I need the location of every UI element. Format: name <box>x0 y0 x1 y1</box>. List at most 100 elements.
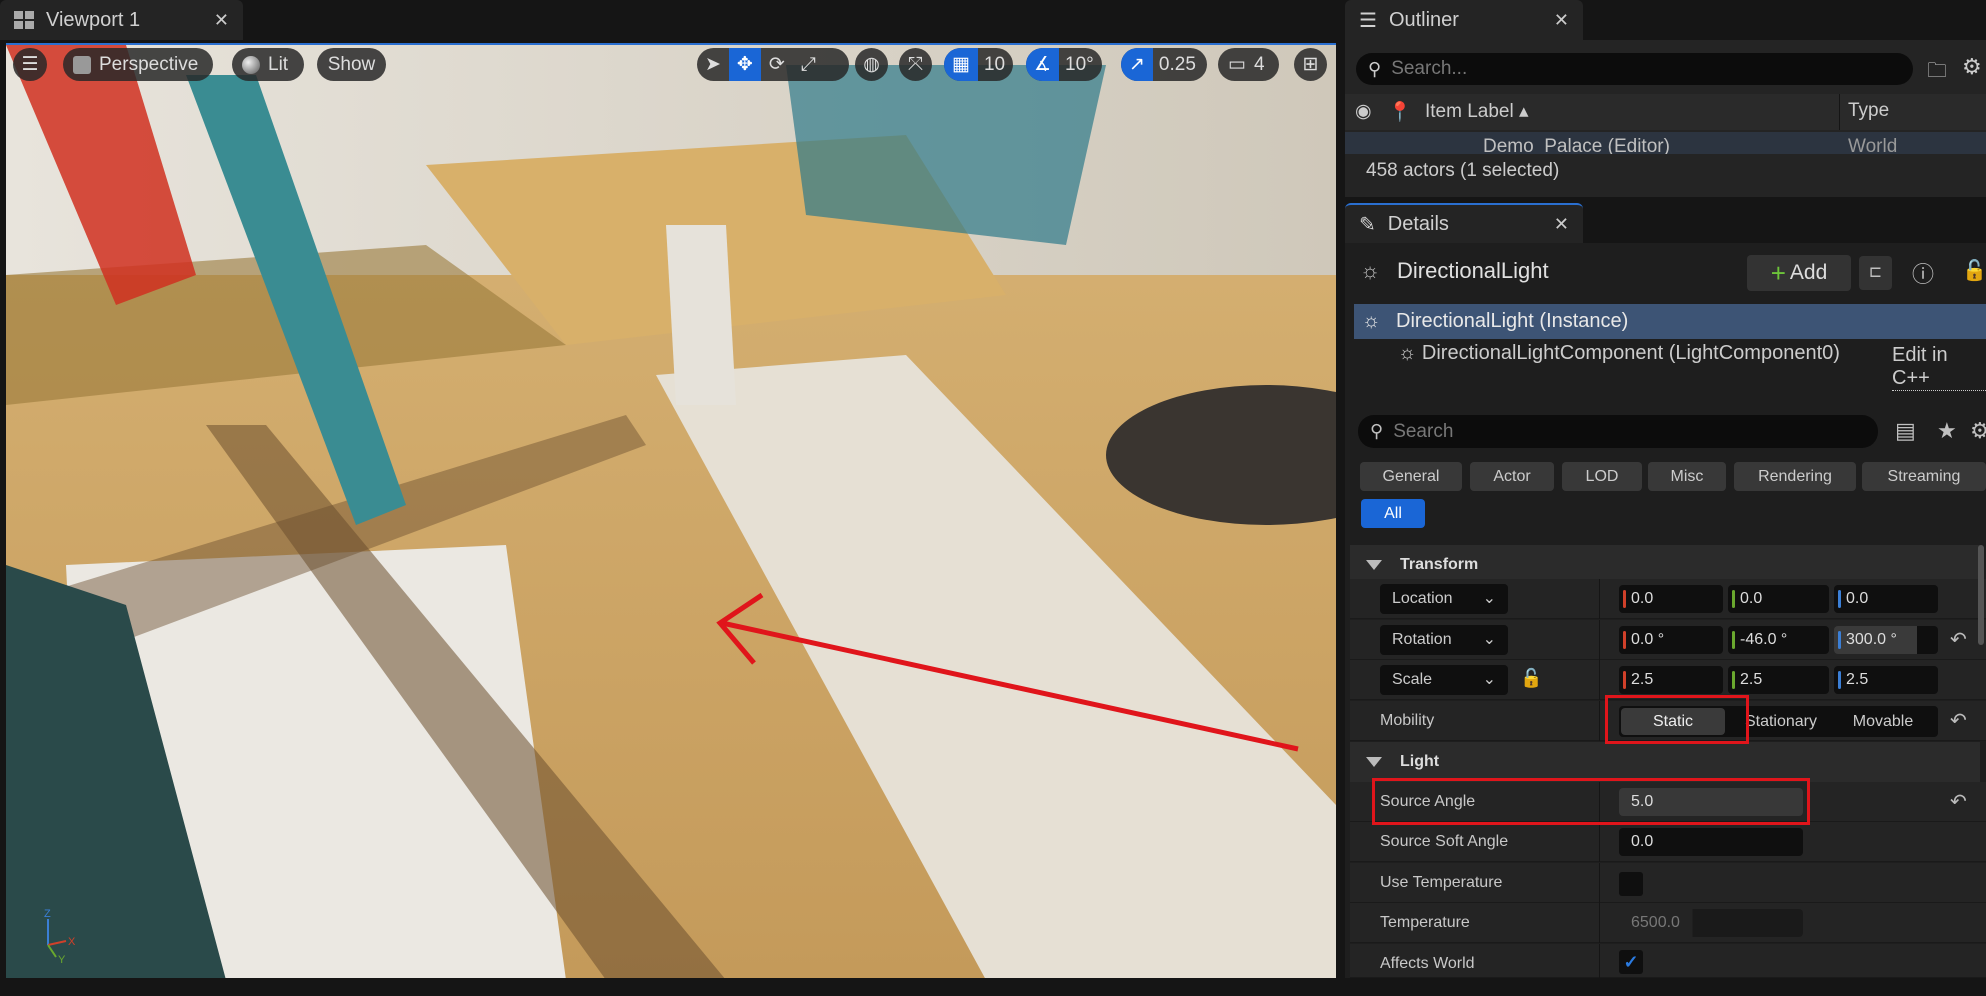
reset-arrow-icon[interactable]: ↶ <box>1950 701 1967 741</box>
scale-x-field[interactable]: 2.5 <box>1619 666 1723 694</box>
details-search-input[interactable]: ⚲ Search <box>1358 415 1878 448</box>
search-placeholder: Search... <box>1391 58 1468 79</box>
add-component-button[interactable]: + Add <box>1747 255 1851 291</box>
mobility-label: Mobility <box>1380 712 1435 729</box>
column-type[interactable]: Type <box>1848 100 1889 122</box>
grid-snap-button[interactable]: ▦ 10 <box>944 48 1013 81</box>
lock-icon[interactable]: 🔓 <box>1962 258 1986 283</box>
reset-arrow-icon[interactable]: ↶ <box>1950 782 1967 822</box>
outliner-icon: ☰ <box>1359 9 1377 32</box>
rotate-tool-icon[interactable]: ⟳ <box>761 48 793 81</box>
location-x-field[interactable]: 0.0 <box>1619 585 1723 613</box>
close-icon[interactable]: ✕ <box>1554 10 1569 31</box>
chevron-down-icon: ⌄ <box>1482 590 1496 607</box>
grid-snap-value: 10 <box>983 53 1006 75</box>
component-label: DirectionalLightComponent (LightComponen… <box>1421 342 1840 364</box>
settings-icon[interactable]: ⚙ <box>1962 54 1982 80</box>
help-icon[interactable]: ⓘ <box>1912 257 1934 289</box>
outliner-search-input[interactable]: ⚲ Search... <box>1356 53 1913 85</box>
globe-icon: ◍ <box>863 54 880 75</box>
table-view-icon[interactable]: ▤ <box>1895 418 1916 444</box>
actor-name[interactable]: DirectionalLight <box>1397 258 1549 284</box>
outliner-row[interactable]: Demo_Palace (Editor) World <box>1345 132 1986 154</box>
temperature-field[interactable]: 6500.0 <box>1619 909 1803 937</box>
filter-misc[interactable]: Misc <box>1648 462 1726 491</box>
annotation-box-source-angle <box>1372 778 1810 825</box>
show-button[interactable]: Show <box>317 48 386 81</box>
layout-icon: ⊞ <box>1302 54 1319 75</box>
filter-all[interactable]: All <box>1361 499 1425 528</box>
surface-snap-button[interactable]: ⤧ <box>899 48 932 81</box>
source-soft-angle-field[interactable]: 0.0 <box>1619 828 1803 856</box>
tab-viewport[interactable]: Viewport 1 ✕ <box>0 0 243 40</box>
blueprint-button[interactable]: ⊏ <box>1859 256 1892 290</box>
scale-dropdown[interactable]: Scale ⌄ <box>1380 665 1508 695</box>
3d-viewport[interactable]: Z X Y <box>6 43 1336 978</box>
source-soft-angle-row: Source Soft Angle 0.0 <box>1350 822 1986 862</box>
scale-tool-icon[interactable]: ⤢ <box>793 48 824 81</box>
use-temperature-checkbox[interactable] <box>1619 872 1643 896</box>
filter-actor[interactable]: Actor <box>1470 462 1554 491</box>
close-icon[interactable]: ✕ <box>1554 214 1569 235</box>
actor-count-status: 458 actors (1 selected) <box>1366 160 1560 181</box>
chevron-down-icon: ⌄ <box>1482 671 1496 688</box>
directional-light-icon: ☼ <box>1360 258 1381 283</box>
world-local-button[interactable]: ◍ <box>855 48 888 81</box>
location-y-field[interactable]: 0.0 <box>1728 585 1829 613</box>
camera-speed-button[interactable]: ▭ 4 <box>1218 48 1279 81</box>
rotation-z-field[interactable]: 300.0 ° <box>1834 626 1938 654</box>
unlock-icon[interactable]: 🔓 <box>1520 668 1542 689</box>
viewport-layout-button[interactable]: ⊞ <box>1294 48 1327 81</box>
lit-button[interactable]: Lit <box>232 48 304 81</box>
scale-y-field[interactable]: 2.5 <box>1728 666 1829 694</box>
row-label: Demo_Palace (Editor) <box>1483 136 1670 154</box>
rotation-x-field[interactable]: 0.0 ° <box>1619 626 1723 654</box>
location-z-field[interactable]: 0.0 <box>1834 585 1938 613</box>
hamburger-icon: ☰ <box>21 54 39 75</box>
reset-arrow-icon[interactable]: ↶ <box>1950 620 1967 660</box>
annotation-box-mobility <box>1605 695 1749 744</box>
search-icon: ⚲ <box>1368 58 1382 79</box>
close-icon[interactable]: ✕ <box>214 10 229 31</box>
rotation-y-field[interactable]: -46.0 ° <box>1728 626 1829 654</box>
favorite-star-icon[interactable]: ★ <box>1937 418 1957 444</box>
axis-x-label: X <box>68 936 76 948</box>
light-section-header[interactable]: Light <box>1350 742 1980 782</box>
filter-general[interactable]: General <box>1360 462 1462 491</box>
settings-icon[interactable]: ⚙ <box>1970 418 1986 444</box>
lit-label: Lit <box>268 53 289 75</box>
column-item-label[interactable]: Item Label ▴ <box>1425 100 1529 123</box>
perspective-button[interactable]: Perspective <box>63 48 213 81</box>
viewport-icon <box>14 11 34 29</box>
instance-row[interactable]: ☼ DirectionalLight (Instance) <box>1354 304 1986 339</box>
rotation-dropdown[interactable]: Rotation ⌄ <box>1380 625 1508 655</box>
mobility-movable[interactable]: Movable <box>1833 708 1933 735</box>
tab-label: Outliner <box>1388 8 1459 31</box>
add-folder-icon[interactable]: 🗀 <box>1927 56 1947 90</box>
annotation-arrow <box>716 592 1299 752</box>
pin-icon[interactable]: 📍 <box>1388 100 1412 124</box>
filter-streaming[interactable]: Streaming <box>1862 462 1986 491</box>
directional-light-icon: ☼ <box>1398 342 1417 364</box>
instance-label: DirectionalLight (Instance) <box>1396 310 1629 332</box>
scale-snap-button[interactable]: ↗ 0.25 <box>1121 48 1207 81</box>
select-tool-icon[interactable]: ➤ <box>697 48 729 81</box>
show-label: Show <box>327 53 376 75</box>
tab-details[interactable]: ✎ Details ✕ <box>1345 203 1583 243</box>
tab-outliner[interactable]: ☰ Outliner ✕ <box>1345 0 1583 40</box>
viewport-menu-button[interactable]: ☰ <box>13 48 47 81</box>
scale-z-field[interactable]: 2.5 <box>1834 666 1938 694</box>
move-tool-icon[interactable]: ✥ <box>728 48 761 81</box>
scale-snap-value: 0.25 <box>1158 53 1196 75</box>
temperature-row: Temperature 6500.0 <box>1350 903 1986 943</box>
rotation-snap-button[interactable]: ∡ 10° <box>1026 48 1102 81</box>
edit-in-cpp-link[interactable]: Edit in C++ <box>1892 344 1986 391</box>
filter-lod[interactable]: LOD <box>1562 462 1642 491</box>
affects-world-checkbox[interactable]: ✓ <box>1619 950 1643 974</box>
visibility-icon[interactable]: ◉ <box>1355 100 1372 123</box>
details-scrollbar[interactable] <box>1978 545 1984 645</box>
component-row[interactable]: ☼ DirectionalLightComponent (LightCompon… <box>1398 342 1840 365</box>
filter-rendering[interactable]: Rendering <box>1734 462 1856 491</box>
location-dropdown[interactable]: Location ⌄ <box>1380 584 1508 614</box>
grid-icon: ▦ <box>944 48 978 81</box>
